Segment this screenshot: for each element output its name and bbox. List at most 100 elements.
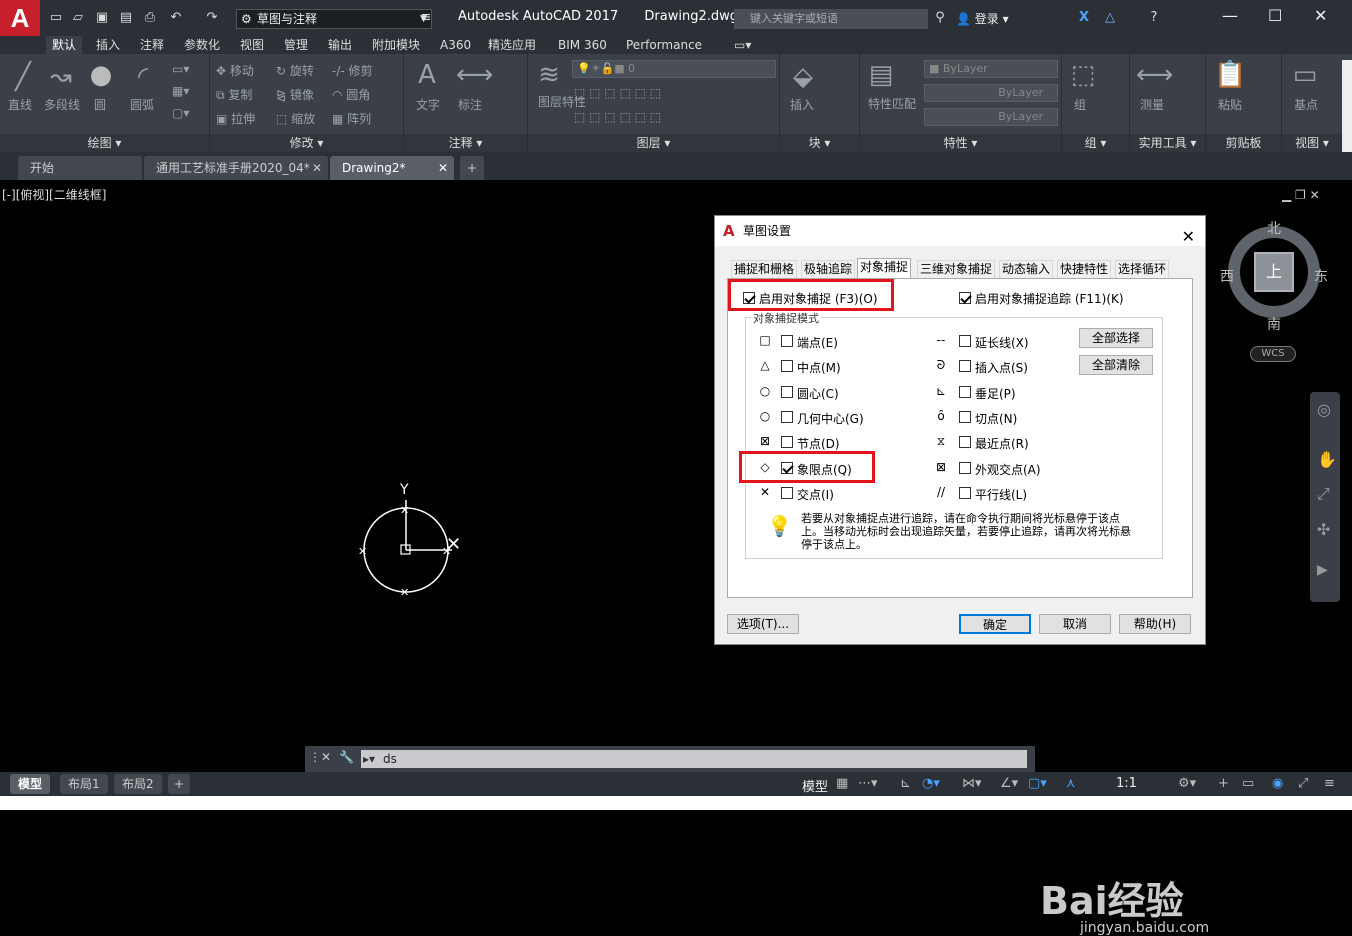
undo-icon[interactable]: ↶ (168, 10, 184, 26)
showmotion-icon[interactable]: ▶ (1317, 562, 1328, 578)
layer-properties-icon[interactable]: ≋ (534, 60, 564, 90)
panel-groups-title[interactable]: 组 ▾ (1062, 134, 1129, 152)
wcs-menu[interactable]: WCS (1250, 346, 1296, 362)
annotation-scale[interactable]: 1:1 (1116, 776, 1137, 791)
panel-draw-title[interactable]: 绘图 ▾ (0, 134, 209, 152)
stretch-tool[interactable]: ▣ 拉伸 (216, 110, 255, 127)
annotation-visibility-icon[interactable]: ⋏ (1066, 776, 1076, 791)
copy-tool[interactable]: ⧉ 复制 (216, 86, 252, 103)
search-input[interactable]: 键入关键字或短语 (734, 9, 928, 29)
binoculars-icon[interactable]: ⚲ (932, 10, 948, 26)
layout-tab-model[interactable]: 模型 (10, 774, 51, 794)
dialog-close-icon[interactable]: ✕ (1182, 222, 1195, 252)
tab-3d-osnap[interactable]: 三维对象捕捉 (917, 260, 996, 278)
osnap-mode-checkbox[interactable] (959, 411, 971, 423)
tab-dynamic-input[interactable]: 动态输入 (999, 260, 1054, 278)
boundary-icon[interactable]: ▢▾ (172, 106, 189, 120)
a360-icon[interactable]: △ (1102, 10, 1118, 26)
panel-view-title[interactable]: 视图 ▾ (1282, 134, 1342, 152)
grid-icon[interactable]: ▦ (836, 776, 848, 791)
osnap-mode-checkbox[interactable] (781, 386, 793, 398)
model-space-button[interactable]: 模型 (802, 776, 828, 795)
orbit-icon[interactable]: ✣ (1317, 520, 1330, 539)
osnap-tracking-icon[interactable]: ∠▾ (1000, 776, 1018, 791)
tab-quick-properties[interactable]: 快捷特性 (1057, 260, 1112, 278)
steering-wheel-icon[interactable]: ◎ (1317, 400, 1331, 419)
lineweight-dropdown[interactable]: ByLayer (924, 108, 1058, 126)
osnap-mode-checkbox[interactable] (781, 335, 793, 347)
trim-tool[interactable]: -/- 修剪 (332, 62, 373, 79)
tab-performance[interactable]: Performance (620, 36, 708, 54)
viewport-window-controls[interactable]: ▁ ❐ ✕ (1282, 188, 1320, 202)
ortho-icon[interactable]: ⊾ (900, 776, 911, 791)
fillet-tool[interactable]: ◠ 圆角 (332, 86, 370, 103)
rectangle-icon[interactable]: ▭▾ (172, 62, 189, 76)
osnap-mode-checkbox[interactable] (781, 487, 793, 499)
doctab-start[interactable]: 开始 (18, 156, 142, 180)
panel-layers-title[interactable]: 图层 ▾ (528, 134, 779, 152)
zoom-extents-icon[interactable]: ⤢ (1317, 484, 1330, 504)
pan-icon[interactable]: ✋ (1317, 450, 1337, 469)
compass-south[interactable]: 南 (1267, 314, 1281, 334)
open-icon[interactable]: ▱ (70, 10, 86, 26)
osnap-mode-checkbox[interactable] (959, 436, 971, 448)
wrench-icon[interactable]: 🔧 (339, 750, 354, 764)
close-tab-icon[interactable]: ✕ (438, 156, 448, 180)
options-button[interactable]: 选项(T)... (727, 614, 799, 634)
enable-tracking-checkbox[interactable] (959, 292, 971, 304)
mirror-tool[interactable]: ⧎ 镜像 (276, 86, 314, 103)
layer-dropdown[interactable]: 💡☀🔓■ 0 (572, 60, 776, 78)
layout-tab-layout1[interactable]: 布局1 (60, 774, 108, 794)
close-icon[interactable]: ✕ (1314, 6, 1327, 25)
osnap-mode-checkbox[interactable] (959, 360, 971, 372)
compass-east[interactable]: 东 (1314, 266, 1328, 286)
osnap-mode-checkbox[interactable] (959, 462, 971, 474)
snap-icon[interactable]: ⋯▾ (858, 776, 878, 791)
viewport-controls[interactable]: [-][俯视][二维线框] (2, 186, 106, 203)
maximize-icon[interactable]: ☐ (1268, 6, 1282, 25)
clear-all-button[interactable]: 全部清除 (1079, 355, 1153, 375)
cmdline-grip-icon[interactable]: ⋮ (309, 750, 321, 764)
panel-properties-title[interactable]: 特性 ▾ (860, 134, 1061, 152)
arc-icon[interactable]: ◜ (128, 62, 158, 92)
viewcube[interactable]: 上 北 南 西 东 (1220, 216, 1330, 333)
tab-addins[interactable]: 附加模块 (366, 36, 426, 54)
dimension-icon[interactable]: ⟷ (456, 60, 493, 90)
osnap-mode-checkbox[interactable] (959, 335, 971, 347)
tab-parametric[interactable]: 参数化 (178, 36, 226, 54)
save-as-icon[interactable]: ▤ (118, 10, 134, 26)
tab-polar[interactable]: 极轴追踪 (801, 260, 856, 278)
customize-qat-icon[interactable]: ≡ (418, 10, 434, 26)
help-icon[interactable]: ? (1146, 10, 1162, 26)
hardware-acceleration-icon[interactable]: ◉ (1272, 776, 1283, 791)
osnap-mode-checkbox[interactable] (959, 487, 971, 499)
hatch-icon[interactable]: ▦▾ (172, 84, 189, 98)
circle-drawing[interactable]: ✕ Y ✕ ✕ ✕ ✕ (340, 470, 480, 600)
paste-icon[interactable]: 📋 (1214, 60, 1246, 90)
new-tab-button[interactable]: + (460, 156, 484, 180)
tab-annotate[interactable]: 注释 (134, 36, 170, 54)
line-icon[interactable]: ╱ (8, 62, 38, 92)
workspace-dropdown[interactable]: ⚙ 草图与注释 ▼ (236, 9, 432, 29)
help-button[interactable]: 帮助(H) (1119, 614, 1191, 634)
tab-manage[interactable]: 管理 (278, 36, 314, 54)
panel-clipboard-title[interactable]: 剪贴板 (1206, 134, 1281, 152)
polyline-icon[interactable]: ↝ (46, 62, 76, 92)
panel-modify-title[interactable]: 修改 ▾ (210, 134, 403, 152)
tab-view[interactable]: 视图 (234, 36, 270, 54)
save-icon[interactable]: ▣ (94, 10, 110, 26)
tab-a360[interactable]: A360 (434, 36, 477, 54)
workspace-switch-icon[interactable]: ⚙▾ (1178, 776, 1196, 791)
tab-snap-grid[interactable]: 捕捉和栅格 (731, 260, 798, 278)
tab-output[interactable]: 输出 (322, 36, 358, 54)
osnap-mode-checkbox[interactable] (781, 360, 793, 372)
osnap-mode-checkbox[interactable] (781, 411, 793, 423)
select-all-button[interactable]: 全部选择 (1079, 328, 1153, 348)
group-icon[interactable]: ⬚ (1068, 60, 1098, 90)
isodraft-icon[interactable]: ⋈▾ (962, 776, 982, 791)
ok-button[interactable]: 确定 (959, 614, 1031, 634)
viewcube-top-face[interactable]: 上 (1254, 252, 1294, 292)
measure-icon[interactable]: ⟷ (1136, 60, 1173, 90)
panel-annotation-title[interactable]: 注释 ▾ (404, 134, 527, 152)
tab-object-snap[interactable]: 对象捕捉 (857, 258, 912, 279)
